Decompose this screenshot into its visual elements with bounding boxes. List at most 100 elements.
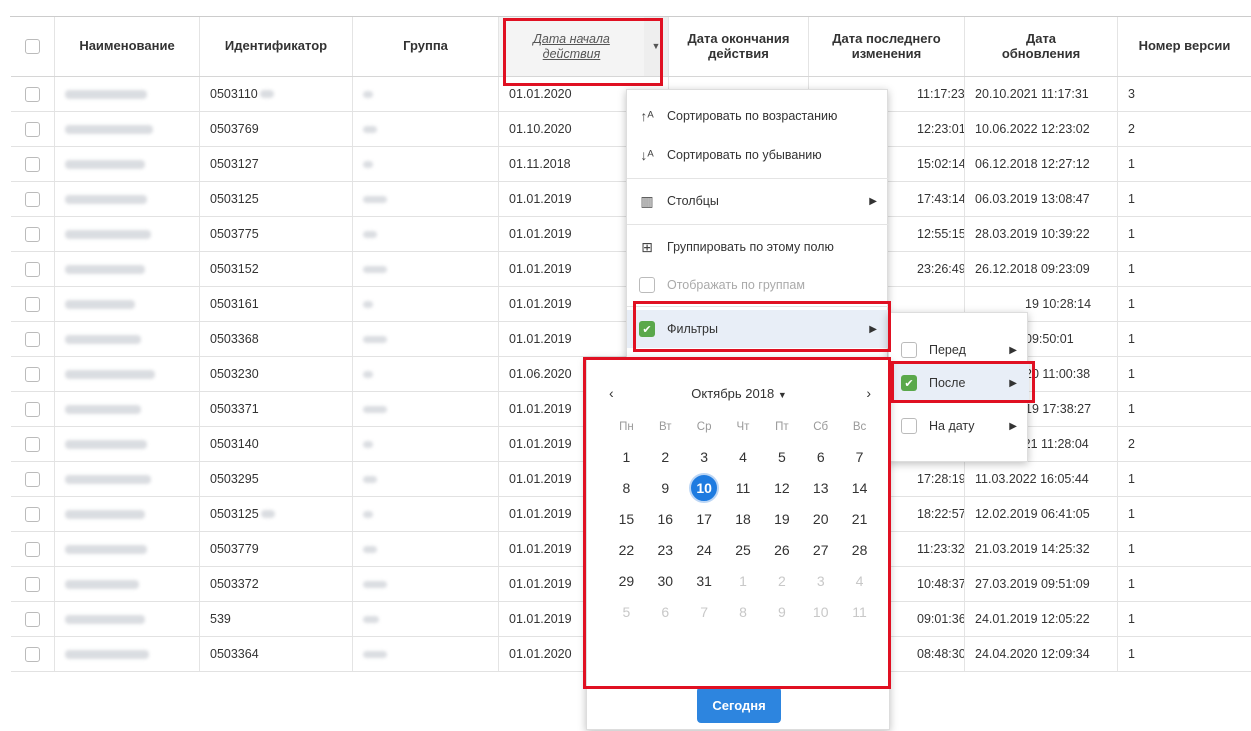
row-select-cell[interactable] <box>11 532 55 566</box>
row-select-cell[interactable] <box>11 147 55 181</box>
menu-item-group-by-field[interactable]: ⊞ Группировать по этому полю <box>627 228 889 266</box>
calendar-day[interactable]: 2 <box>646 445 685 469</box>
calendar-day[interactable]: 24 <box>685 538 724 562</box>
calendar-day[interactable]: 7 <box>685 600 724 624</box>
column-menu-dropdown-icon[interactable]: ▼ <box>644 17 668 76</box>
calendar-day[interactable]: 29 <box>607 569 646 593</box>
row-select-cell[interactable] <box>11 462 55 496</box>
row-checkbox[interactable] <box>25 121 40 137</box>
column-header-start-date[interactable]: Дата начала действия ▼ <box>499 17 669 76</box>
calendar-day[interactable]: 7 <box>840 445 879 469</box>
menu-item-filters[interactable]: ✔ Фильтры ▶ <box>627 310 889 348</box>
calendar-day[interactable]: 17 <box>685 507 724 531</box>
calendar-day[interactable]: 14 <box>840 476 879 500</box>
column-header-end-date[interactable]: Дата окончания действия <box>669 17 809 76</box>
row-checkbox[interactable] <box>25 506 40 522</box>
menu-item-columns[interactable]: ▥ Столбцы ▶ <box>627 182 889 220</box>
calendar-day[interactable]: 16 <box>646 507 685 531</box>
column-header-group[interactable]: Группа <box>353 17 499 76</box>
month-year-selector[interactable]: Октябрь 2018 ▼ <box>587 386 891 401</box>
row-checkbox[interactable] <box>25 401 40 417</box>
column-header-last-modified[interactable]: Дата последнего изменения <box>809 17 965 76</box>
column-header-version[interactable]: Номер версии <box>1118 17 1251 76</box>
filters-checkbox[interactable]: ✔ <box>639 321 655 337</box>
calendar-day[interactable]: 8 <box>724 600 763 624</box>
calendar-day[interactable]: 10 <box>689 473 720 503</box>
calendar-day[interactable]: 15 <box>607 507 646 531</box>
row-select-cell[interactable] <box>11 287 55 321</box>
row-select-cell[interactable] <box>11 567 55 601</box>
column-header-identifier[interactable]: Идентификатор <box>200 17 353 76</box>
calendar-day[interactable]: 31 <box>685 569 724 593</box>
row-checkbox[interactable] <box>25 296 40 312</box>
calendar-day[interactable]: 20 <box>801 507 840 531</box>
calendar-day[interactable]: 27 <box>801 538 840 562</box>
row-checkbox[interactable] <box>25 331 40 347</box>
row-checkbox[interactable] <box>25 471 40 487</box>
row-select-cell[interactable] <box>11 497 55 531</box>
row-select-cell[interactable] <box>11 322 55 356</box>
row-checkbox[interactable] <box>25 436 40 452</box>
calendar-day[interactable]: 13 <box>801 476 840 500</box>
row-select-cell[interactable] <box>11 637 55 671</box>
header-select-all[interactable] <box>11 17 55 76</box>
calendar-day[interactable]: 5 <box>762 445 801 469</box>
calendar-day[interactable]: 30 <box>646 569 685 593</box>
row-checkbox[interactable] <box>25 226 40 242</box>
today-button[interactable]: Сегодня <box>697 687 781 723</box>
calendar-day[interactable]: 11 <box>840 600 879 624</box>
row-checkbox[interactable] <box>25 576 40 592</box>
row-select-cell[interactable] <box>11 602 55 636</box>
calendar-day[interactable]: 26 <box>762 538 801 562</box>
after-checkbox[interactable]: ✔ <box>901 375 917 391</box>
calendar-day[interactable]: 2 <box>762 569 801 593</box>
row-checkbox[interactable] <box>25 646 40 662</box>
calendar-day[interactable]: 10 <box>801 600 840 624</box>
calendar-day[interactable]: 21 <box>840 507 879 531</box>
calendar-day[interactable]: 3 <box>685 445 724 469</box>
calendar-day[interactable]: 28 <box>840 538 879 562</box>
row-select-cell[interactable] <box>11 252 55 286</box>
before-checkbox[interactable] <box>901 342 917 358</box>
row-select-cell[interactable] <box>11 217 55 251</box>
menu-item-sort-ascending[interactable]: ↑ᴬ Сортировать по возрастанию <box>627 97 889 135</box>
calendar-day[interactable]: 25 <box>724 538 763 562</box>
row-checkbox[interactable] <box>25 156 40 172</box>
filter-after-item[interactable]: ✔ После ▶ <box>889 364 1029 402</box>
row-select-cell[interactable] <box>11 427 55 461</box>
calendar-day[interactable]: 6 <box>646 600 685 624</box>
next-month-icon[interactable]: › <box>866 385 871 401</box>
row-select-cell[interactable] <box>11 77 55 111</box>
calendar-day[interactable]: 1 <box>724 569 763 593</box>
calendar-day[interactable]: 9 <box>762 600 801 624</box>
filter-on-date-item[interactable]: На дату ▶ <box>889 407 1029 445</box>
column-header-updated[interactable]: Дата обновления <box>965 17 1118 76</box>
calendar-day[interactable]: 12 <box>762 476 801 500</box>
calendar-day[interactable]: 9 <box>646 476 685 500</box>
row-checkbox[interactable] <box>25 611 40 627</box>
calendar-day[interactable]: 18 <box>724 507 763 531</box>
calendar-day[interactable]: 3 <box>801 569 840 593</box>
row-select-cell[interactable] <box>11 357 55 391</box>
row-checkbox[interactable] <box>25 366 40 382</box>
calendar-day[interactable]: 23 <box>646 538 685 562</box>
calendar-day[interactable]: 8 <box>607 476 646 500</box>
calendar-day[interactable]: 11 <box>724 476 763 500</box>
row-select-cell[interactable] <box>11 392 55 426</box>
calendar-day[interactable]: 4 <box>724 445 763 469</box>
select-all-checkbox[interactable] <box>25 39 40 54</box>
row-select-cell[interactable] <box>11 112 55 146</box>
menu-item-sort-descending[interactable]: ↓ᴬ Сортировать по убыванию <box>627 136 889 174</box>
row-checkbox[interactable] <box>25 541 40 557</box>
row-checkbox[interactable] <box>25 191 40 207</box>
calendar-day[interactable]: 6 <box>801 445 840 469</box>
row-checkbox[interactable] <box>25 261 40 277</box>
column-header-name[interactable]: Наименование <box>55 17 200 76</box>
row-select-cell[interactable] <box>11 182 55 216</box>
row-checkbox[interactable] <box>25 86 40 102</box>
calendar-day[interactable]: 5 <box>607 600 646 624</box>
calendar-day[interactable]: 1 <box>607 445 646 469</box>
calendar-day[interactable]: 4 <box>840 569 879 593</box>
calendar-day[interactable]: 22 <box>607 538 646 562</box>
on-date-checkbox[interactable] <box>901 418 917 434</box>
